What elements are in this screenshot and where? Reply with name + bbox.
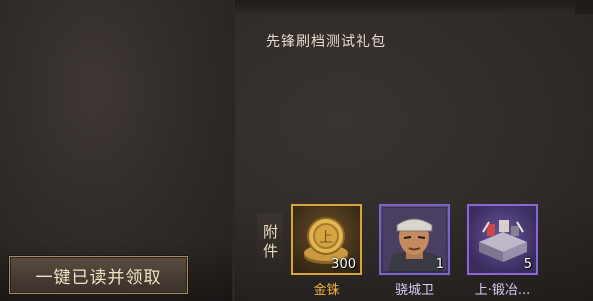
attachment-item-chest[interactable]: 5	[467, 204, 538, 275]
svg-text:上: 上	[319, 230, 333, 246]
item-quantity: 1	[435, 257, 444, 272]
detail-top-edge	[235, 0, 593, 14]
item-name: 上·锻冶...	[474, 283, 531, 298]
mail-title: 先锋刷档测试礼包	[266, 34, 386, 50]
item-quantity: 300	[331, 257, 356, 272]
attachment-item-hero[interactable]: 1	[379, 204, 450, 275]
attachment-item-gold[interactable]: 上 300	[291, 204, 362, 275]
attachments-label: 附件	[257, 213, 283, 273]
item-quantity: 5	[523, 257, 532, 272]
read-all-and-claim-button[interactable]: 一键已读并领取	[9, 256, 188, 294]
item-name: 金铢	[313, 283, 340, 298]
item-name: 骁城卫	[394, 283, 434, 298]
